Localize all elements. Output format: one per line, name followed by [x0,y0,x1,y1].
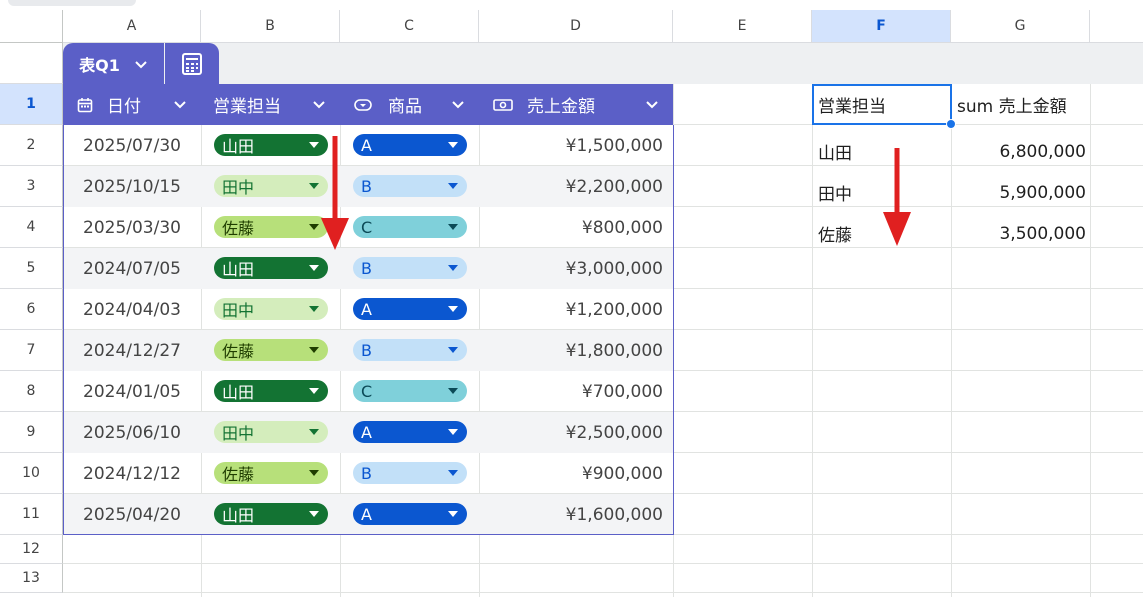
chevron-down-icon [135,60,147,68]
table-header-amount-label: 売上金額 [527,97,595,117]
row-header-7[interactable]: 7 [0,330,63,371]
row-header-2[interactable]: 2 [0,125,63,166]
arrow-down-icon [883,148,911,246]
formula-bar-tab [8,0,136,6]
grid-line [1090,43,1091,597]
fill-handle[interactable] [946,119,956,129]
row-header-5[interactable]: 5 [0,248,63,289]
row-header-table-tab [0,43,63,84]
chevron-down-icon[interactable] [173,97,187,111]
calculator-icon [182,52,202,75]
column-header-b[interactable]: B [201,10,340,43]
grid-line [63,592,1143,593]
dropdown-chip-icon [354,98,372,111]
table-header-product-label: 商品 [388,97,422,117]
table-tab-bar [63,43,1143,84]
column-header-c[interactable]: C [340,10,479,43]
selected-cell-f1[interactable] [812,84,952,125]
row-header-11[interactable]: 11 [0,494,63,535]
table-header-rep[interactable]: 営業担当 [201,84,340,125]
table-name-tab[interactable]: 表Q1 [63,43,164,84]
table-header-date-label: 日付 [107,97,141,117]
top-strip [0,0,1143,10]
grid-line [63,563,1143,564]
row-header-10[interactable]: 10 [0,453,63,494]
row-header-6[interactable]: 6 [0,289,63,330]
column-header-e[interactable]: E [673,10,812,43]
arrow-down-icon [321,136,349,250]
row-header-4[interactable]: 4 [0,207,63,248]
table-header-amount[interactable]: 売上金額 [479,84,673,125]
column-header-a[interactable]: A [63,10,201,43]
column-header-g[interactable]: G [951,10,1090,43]
row-header-9[interactable]: 9 [0,412,63,453]
money-icon [493,98,513,111]
table-name: 表Q1 [79,55,120,75]
table-header-date[interactable]: 日付 [63,84,201,125]
column-header-f[interactable]: F [812,10,951,43]
column-header-h[interactable] [1090,10,1143,43]
chevron-down-icon[interactable] [312,97,326,111]
table-calc-tab[interactable] [165,43,219,84]
chevron-down-icon[interactable] [451,97,465,111]
table-border [63,125,674,535]
column-header-d[interactable]: D [479,10,673,43]
summary-total[interactable]: 6,800,000 [951,131,1086,172]
summary-total[interactable]: 5,900,000 [951,172,1086,213]
select-all-corner[interactable] [0,10,63,43]
summary-total[interactable]: 3,500,000 [951,213,1086,254]
summary-header-sum[interactable]: sum 売上金額 [957,84,1092,125]
row-header-12[interactable]: 12 [0,535,63,564]
row-header-13[interactable]: 13 [0,564,63,593]
chevron-down-icon[interactable] [645,97,659,111]
row-header-8[interactable]: 8 [0,371,63,412]
calendar-icon [77,97,93,112]
grid-line [812,43,813,597]
table-header-rep-label: 営業担当 [213,97,281,117]
table-header-product[interactable]: 商品 [340,84,479,125]
row-header-3[interactable]: 3 [0,166,63,207]
row-header-1[interactable]: 1 [0,84,63,125]
